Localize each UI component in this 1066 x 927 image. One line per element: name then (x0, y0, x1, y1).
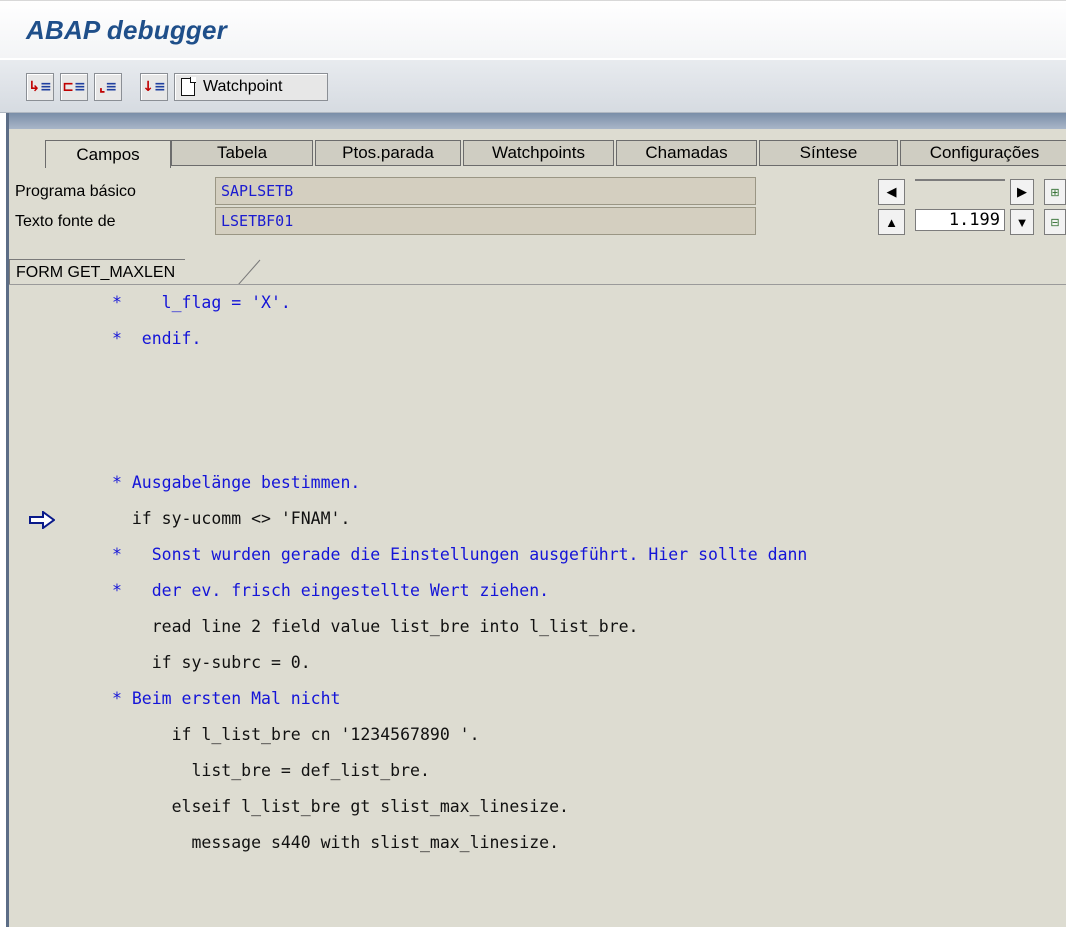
source-field: LSETBF01 (215, 207, 756, 235)
code-line: if l_list_bre cn '1234567890 '. (112, 725, 480, 744)
triangle-up-icon: ▲ (885, 214, 898, 230)
single-step-icon: ↳≡ (28, 79, 52, 95)
display-source-button[interactable]: ⊟ (1044, 209, 1066, 235)
return-button[interactable]: ⌞≡ (94, 73, 122, 101)
code-line: if sy-subrc = 0. (112, 653, 311, 672)
continue-button[interactable]: ↓≡ (140, 73, 168, 101)
code-line: * Ausgabelänge bestimmen. (112, 473, 361, 492)
scroll-up-button[interactable]: ▲ (878, 209, 905, 235)
scroll-right-button[interactable]: ▶ (1010, 179, 1034, 205)
title-bar: ABAP debugger (0, 0, 1066, 58)
tab-bar: Campos Tabela Ptos.parada Watchpoints Ch… (9, 140, 1066, 168)
code-line: * der ev. frisch eingestellte Wert ziehe… (112, 581, 550, 600)
code-line: list_bre = def_list_bre. (112, 761, 430, 780)
form-tab[interactable]: FORM GET_MAXLEN (9, 259, 186, 285)
triangle-right-icon: ▶ (1017, 184, 1027, 199)
source-row: Texto fonte de LSETBF01 ▲ 1.199 ▼ ⊟ (9, 205, 1066, 235)
tab-watchpoints[interactable]: Watchpoints (463, 140, 614, 166)
single-step-button[interactable]: ↳≡ (26, 73, 54, 101)
source-label: Texto fonte de (15, 213, 116, 230)
code-line: * l_flag = 'X'. (112, 293, 291, 312)
code-line: * endif. (112, 329, 202, 348)
current-line-arrow-icon (29, 511, 55, 529)
watchpoint-button[interactable]: Watchpoint (174, 73, 328, 101)
line-number-field[interactable]: 1.199 (915, 209, 1005, 231)
continue-icon: ↓≡ (142, 79, 166, 95)
program-field: SAPLSETB (215, 177, 756, 205)
code-line: * Sonst wurden gerade die Einstellungen … (112, 545, 808, 564)
watchpoint-label: Watchpoint (203, 78, 283, 95)
tab-chamadas[interactable]: Chamadas (616, 140, 757, 166)
code-line: read line 2 field value list_bre into l_… (112, 617, 639, 636)
code-line: * Beim ersten Mal nicht (112, 689, 341, 708)
return-icon: ⌞≡ (98, 79, 118, 95)
triangle-left-icon: ◀ (886, 184, 897, 199)
execute-button[interactable]: ⊏≡ (60, 73, 88, 101)
form-tab-edge (238, 259, 261, 285)
triangle-down-icon: ▼ (1015, 214, 1029, 230)
tab-tabela[interactable]: Tabela (171, 140, 313, 166)
filter-button[interactable]: ⊞ (1044, 179, 1066, 205)
toolbar: ↳≡ ⊏≡ ⌞≡ ↓≡ Watchpoint (0, 60, 1066, 113)
code-line: elseif l_list_bre gt slist_max_linesize. (112, 797, 569, 816)
filter-icon: ⊞ (1050, 186, 1060, 199)
execute-icon: ⊏≡ (62, 79, 86, 95)
source-icon: ⊟ (1050, 216, 1060, 229)
debugger-main: Campos Tabela Ptos.parada Watchpoints Ch… (6, 113, 1066, 927)
tab-configuracoes[interactable]: Configurações (900, 140, 1066, 166)
tab-sintese[interactable]: Síntese (759, 140, 898, 166)
scroll-down-button[interactable]: ▼ (1010, 209, 1034, 235)
program-row: Programa básico SAPLSETB ◀ ▶ ⊞ (9, 175, 1066, 205)
line-top-field[interactable] (915, 179, 1005, 181)
code-line-current: if sy-ucomm <> 'FNAM'. (112, 509, 351, 528)
document-icon (181, 77, 196, 96)
scroll-left-button[interactable]: ◀ (878, 179, 905, 205)
tab-ptos-parada[interactable]: Ptos.parada (315, 140, 461, 166)
window-title: ABAP debugger (26, 15, 227, 45)
program-label: Programa básico (15, 183, 136, 200)
header-strip (9, 113, 1066, 129)
code-line: message s440 with slist_max_linesize. (112, 833, 560, 852)
tab-campos[interactable]: Campos (45, 140, 171, 168)
